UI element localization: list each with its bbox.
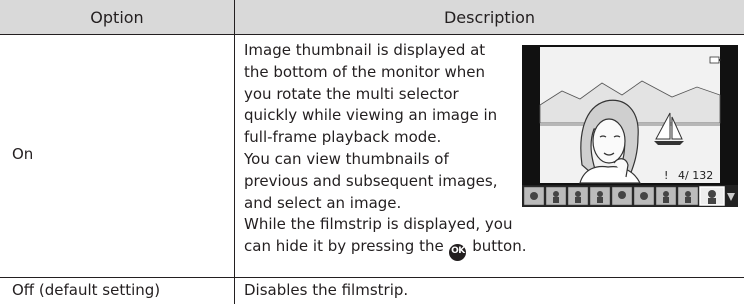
description-on: Image thumbnail is displayed at the bott… bbox=[244, 40, 527, 261]
description-line: you rotate the multi selector bbox=[244, 84, 459, 103]
description-line: the bottom of the monitor when bbox=[244, 62, 485, 81]
svg-text:!: ! bbox=[664, 169, 668, 182]
description-line: and select an image. bbox=[244, 193, 402, 212]
header-option-label: Option bbox=[90, 7, 144, 27]
settings-table: Option Description On Image thumbnail is… bbox=[0, 0, 744, 304]
description-line: quickly while viewing an image in bbox=[244, 106, 498, 125]
description-text: can hide it by pressing the bbox=[244, 237, 444, 256]
description-line-last: can hide it by pressing the OK button. bbox=[244, 236, 527, 261]
description-line: full-frame playback mode. bbox=[244, 128, 442, 147]
row-divider bbox=[0, 277, 744, 278]
description-off: Disables the filmstrip. bbox=[244, 281, 409, 299]
description-line: Image thumbnail is displayed at bbox=[244, 41, 486, 59]
header-option: Option bbox=[0, 0, 234, 34]
option-on: On bbox=[12, 145, 34, 163]
header-description-label: Description bbox=[443, 7, 536, 27]
description-line: While the filmstrip is displayed, you bbox=[244, 215, 513, 234]
ok-button-icon: OK bbox=[449, 243, 467, 261]
header-description: Description bbox=[235, 0, 744, 34]
description-line: previous and subsequent images, bbox=[244, 171, 498, 190]
camera-monitor-illustration: ! 4/ 132 bbox=[522, 45, 738, 207]
option-off: Off (default setting) bbox=[12, 281, 161, 299]
description-line: You can view thumbnails of bbox=[244, 149, 449, 168]
frame-counter: 4/ 132 bbox=[678, 169, 713, 182]
column-divider bbox=[234, 0, 235, 304]
description-text: button. bbox=[472, 237, 527, 256]
header-divider bbox=[0, 34, 744, 35]
